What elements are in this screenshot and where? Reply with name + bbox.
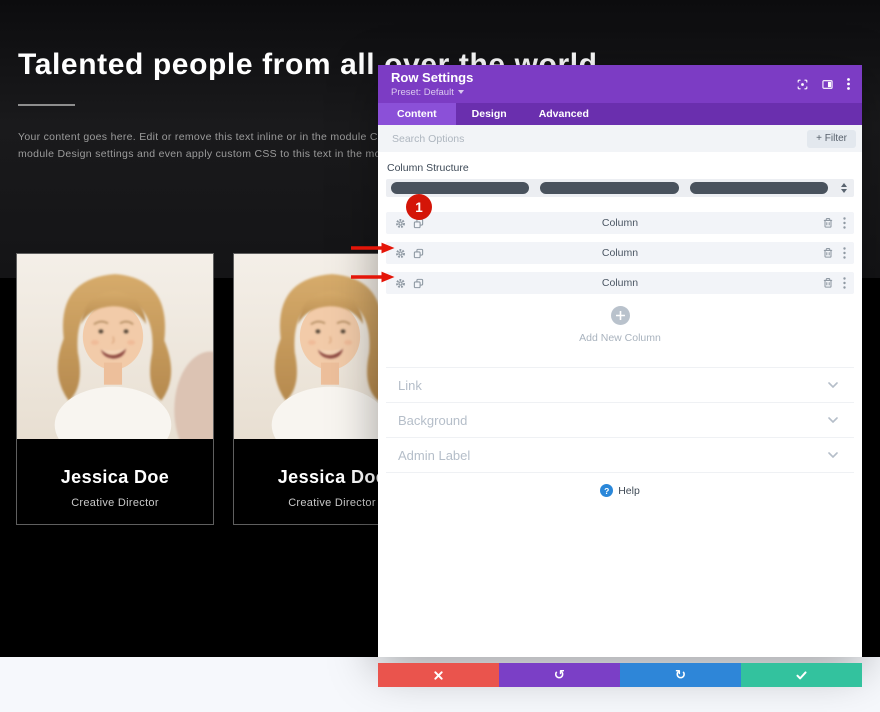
person-photo (17, 254, 213, 439)
heading-divider (18, 104, 75, 106)
column-structure-label: Column Structure (387, 162, 854, 174)
chevron-down-icon (828, 452, 838, 458)
accordion-admin-label[interactable]: Admin Label (386, 438, 854, 473)
modal-title: Row Settings (391, 71, 797, 84)
column-row-right-icons (822, 247, 846, 259)
portrait-photo (17, 254, 213, 439)
preset-dropdown[interactable]: Preset: Default (391, 87, 797, 98)
more-options-icon[interactable] (843, 217, 846, 229)
search-bar: + Filter (378, 125, 862, 152)
modal-body: Column Structure Column (378, 152, 862, 657)
accordion-background[interactable]: Background (386, 403, 854, 438)
modal-action-bar: ↻ ↻ (378, 663, 862, 687)
search-input[interactable] (378, 125, 807, 152)
gear-icon[interactable] (395, 218, 406, 229)
add-new-column-button[interactable]: Add New Column (386, 306, 854, 344)
row-settings-modal: Row Settings Preset: Default Con (378, 65, 862, 657)
person-info: Jessica Doe Creative Director (17, 439, 213, 509)
accordion-link[interactable]: Link (386, 368, 854, 403)
column-list: Column (386, 212, 854, 294)
column-row-right-icons (822, 217, 846, 229)
dock-right-icon[interactable] (822, 79, 833, 90)
column-structure-control[interactable] (386, 179, 854, 197)
duplicate-icon[interactable] (413, 278, 424, 289)
chevron-down-icon (828, 417, 838, 423)
plus-icon (611, 306, 630, 325)
column-width-bar[interactable] (540, 182, 678, 194)
column-row[interactable]: Column (386, 272, 854, 294)
column-row-right-icons (822, 277, 846, 289)
discard-button[interactable] (378, 663, 499, 687)
column-row[interactable]: Column (386, 212, 854, 234)
redo-button[interactable]: ↻ (620, 663, 741, 687)
gear-icon[interactable] (395, 248, 406, 259)
close-icon (434, 671, 443, 680)
modal-tab-bar: Content Design Advanced (378, 103, 862, 125)
tab-content[interactable]: Content (378, 103, 456, 125)
modal-header-icons (797, 78, 850, 90)
column-row-label: Column (386, 277, 854, 289)
step-number-badge: 1 (406, 194, 432, 220)
undo-icon: ↻ (554, 669, 565, 682)
float-window-icon[interactable] (797, 79, 808, 90)
accordion-label: Link (398, 378, 422, 393)
trash-icon[interactable] (822, 247, 834, 259)
chevron-down-icon (828, 382, 838, 388)
tab-advanced[interactable]: Advanced (523, 103, 605, 125)
column-row-label: Column (386, 217, 854, 229)
caret-down-icon (458, 90, 464, 94)
more-options-icon[interactable] (843, 247, 846, 259)
settings-accordion: Link Background Admin Label (386, 367, 854, 473)
trash-icon[interactable] (822, 217, 834, 229)
column-row[interactable]: Column (386, 242, 854, 264)
trash-icon[interactable] (822, 277, 834, 289)
duplicate-icon[interactable] (413, 248, 424, 259)
help-icon: ? (600, 484, 613, 497)
annotation-arrow (351, 242, 395, 254)
person-card[interactable]: Jessica Doe Creative Director (16, 253, 214, 525)
person-name: Jessica Doe (17, 467, 213, 488)
column-row-left-icons (395, 248, 424, 259)
stepper-down-icon (841, 189, 847, 193)
annotation-arrow (351, 271, 395, 283)
column-row-label: Column (386, 247, 854, 259)
person-role: Creative Director (17, 497, 213, 509)
help-link[interactable]: ? Help (386, 484, 854, 497)
redo-icon: ↻ (675, 669, 686, 682)
team-cards-row: Jessica Doe Creative Director (16, 253, 431, 525)
help-label: Help (618, 485, 640, 497)
stepper-up-icon (841, 183, 847, 187)
more-options-icon[interactable] (847, 78, 850, 90)
undo-button[interactable]: ↻ (499, 663, 620, 687)
accordion-label: Background (398, 413, 467, 428)
more-options-icon[interactable] (843, 277, 846, 289)
column-row-left-icons (395, 278, 424, 289)
preset-label: Preset: Default (391, 87, 454, 98)
filter-button[interactable]: + Filter (807, 130, 856, 148)
accordion-label: Admin Label (398, 448, 470, 463)
column-width-bar[interactable] (690, 182, 828, 194)
tab-design[interactable]: Design (456, 103, 523, 125)
column-count-stepper[interactable] (839, 183, 849, 193)
save-button[interactable] (741, 663, 862, 687)
column-width-bar[interactable] (391, 182, 529, 194)
modal-titles: Row Settings Preset: Default (391, 71, 797, 98)
check-icon (796, 671, 807, 680)
gear-icon[interactable] (395, 278, 406, 289)
add-new-column-label: Add New Column (386, 332, 854, 344)
modal-header[interactable]: Row Settings Preset: Default (378, 65, 862, 103)
